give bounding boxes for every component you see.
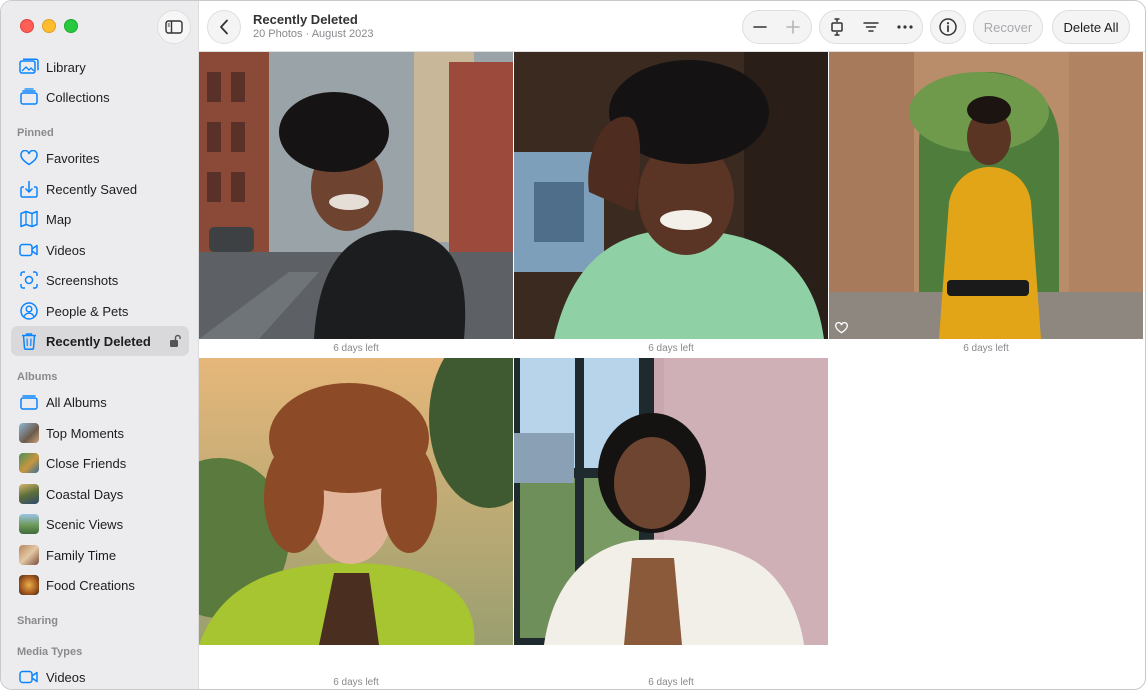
pinned-section-header: Pinned xyxy=(17,127,54,139)
sidebar-item-recently-saved[interactable]: Recently Saved xyxy=(11,174,189,204)
sharing-section-header: Sharing xyxy=(17,615,58,627)
photo-thumbnail[interactable] xyxy=(829,52,1143,339)
filter-button[interactable] xyxy=(854,11,888,43)
photo-thumbnail[interactable] xyxy=(514,358,828,645)
view-controls xyxy=(819,10,923,44)
sidebar-item-label: Family Time xyxy=(46,547,117,563)
days-left-label: 6 days left xyxy=(648,343,694,354)
album-thumbnail xyxy=(19,575,39,595)
days-left-label: 6 days left xyxy=(963,343,1009,354)
album-thumbnail xyxy=(19,514,39,534)
recover-button[interactable]: Recover xyxy=(973,10,1043,44)
albums-icon xyxy=(19,392,39,412)
sidebar-item-label: Favorites xyxy=(46,150,100,166)
filter-icon xyxy=(863,22,879,32)
download-icon xyxy=(19,179,39,199)
sidebar-item-label: Recently Saved xyxy=(46,181,138,197)
zoom-window-button[interactable] xyxy=(64,19,78,33)
video-icon xyxy=(19,240,39,260)
sidebar-item-label: Screenshots xyxy=(46,272,119,288)
zoom-controls xyxy=(742,10,812,44)
sidebar-item-label: Top Moments xyxy=(46,425,125,441)
photo-library-icon xyxy=(19,57,39,77)
favorite-heart-icon[interactable] xyxy=(835,322,848,334)
sidebar-item-label: Videos xyxy=(46,242,86,258)
sidebar-toggle-button[interactable] xyxy=(157,10,191,44)
sidebar-item-recently-deleted[interactable]: Recently Deleted xyxy=(11,326,189,356)
sidebar-item-label: People & Pets xyxy=(46,303,129,319)
window-controls xyxy=(20,19,78,33)
sidebar-item-food-creations[interactable]: Food Creations xyxy=(11,570,189,600)
sidebar-item-collections[interactable]: Collections xyxy=(11,82,189,112)
page-title: Recently Deleted xyxy=(253,12,358,27)
close-window-button[interactable] xyxy=(20,19,34,33)
sidebar-item-library[interactable]: Library xyxy=(11,52,189,82)
chevron-left-icon xyxy=(220,19,228,35)
map-icon xyxy=(19,209,39,229)
photo-thumbnail[interactable] xyxy=(514,52,828,339)
zoom-in-button[interactable] xyxy=(776,11,809,43)
aspect-ratio-button[interactable] xyxy=(820,11,854,43)
sidebar-item-people-pets[interactable]: People & Pets xyxy=(11,296,189,326)
info-icon xyxy=(939,18,957,36)
sidebar-item-media-videos[interactable]: Videos xyxy=(11,662,189,689)
albums-section-header: Albums xyxy=(17,371,58,383)
album-thumbnail xyxy=(19,453,39,473)
sidebar-item-all-albums[interactable]: All Albums xyxy=(11,387,189,417)
collections-icon xyxy=(19,87,39,107)
ellipsis-icon xyxy=(897,25,913,29)
sidebar-item-label: Food Creations xyxy=(46,577,135,593)
sidebar-item-scenic-views[interactable]: Scenic Views xyxy=(11,509,189,539)
media-types-section-header: Media Types xyxy=(17,646,83,658)
album-thumbnail xyxy=(19,423,39,443)
sidebar-item-coastal-days[interactable]: Coastal Days xyxy=(11,479,189,509)
album-thumbnail xyxy=(19,545,39,565)
unlocked-icon[interactable] xyxy=(169,334,181,351)
sidebar-item-label: Recently Deleted xyxy=(46,333,151,349)
sidebar-item-label: Library xyxy=(46,59,86,75)
sidebar-item-family-time[interactable]: Family Time xyxy=(11,540,189,570)
sidebar-item-label: Close Friends xyxy=(46,455,127,471)
heart-icon xyxy=(19,148,39,168)
sidebar-item-videos[interactable]: Videos xyxy=(11,235,189,265)
back-button[interactable] xyxy=(207,10,241,44)
days-left-label: 6 days left xyxy=(648,677,694,688)
zoom-out-button[interactable] xyxy=(743,11,776,43)
sidebar-item-label: Scenic Views xyxy=(46,516,124,532)
sidebar-item-label: Videos xyxy=(46,669,86,685)
photo-thumbnail[interactable] xyxy=(199,358,513,645)
photo-grid: 6 days left 6 days left 6 days left 6 da… xyxy=(199,52,1145,689)
sidebar-item-close-friends[interactable]: Close Friends xyxy=(11,448,189,478)
days-left-label: 6 days left xyxy=(333,677,379,688)
sidebar-item-top-moments[interactable]: Top Moments xyxy=(11,418,189,448)
plus-icon xyxy=(785,20,800,34)
sidebar-item-map[interactable]: Map xyxy=(11,204,189,234)
toolbar: Recently Deleted 20 Photos · August 2023 xyxy=(199,1,1145,52)
sidebar-item-label: Collections xyxy=(46,89,110,105)
person-icon xyxy=(19,301,39,321)
album-thumbnail xyxy=(19,484,39,504)
video-icon xyxy=(19,667,39,687)
sidebar-item-label: Coastal Days xyxy=(46,486,124,502)
sidebar-icon xyxy=(165,20,183,34)
photo-thumbnail[interactable] xyxy=(199,52,513,339)
sidebar: Library Collections Pinned Favorites Rec… xyxy=(1,1,199,689)
sidebar-item-screenshots[interactable]: Screenshots xyxy=(11,265,189,295)
delete-all-button[interactable]: Delete All xyxy=(1052,10,1130,44)
photos-window: Library Collections Pinned Favorites Rec… xyxy=(0,0,1146,690)
days-left-label: 6 days left xyxy=(333,343,379,354)
screenshot-icon xyxy=(19,270,39,290)
sidebar-item-favorites[interactable]: Favorites xyxy=(11,143,189,173)
sidebar-item-label: Map xyxy=(46,211,72,227)
more-button[interactable] xyxy=(888,11,922,43)
page-subtitle: 20 Photos · August 2023 xyxy=(253,28,374,40)
minus-icon xyxy=(752,26,767,28)
fit-icon xyxy=(831,18,843,36)
trash-icon xyxy=(19,331,39,351)
sidebar-item-label: All Albums xyxy=(46,394,107,410)
minimize-window-button[interactable] xyxy=(42,19,56,33)
info-button[interactable] xyxy=(930,10,966,44)
